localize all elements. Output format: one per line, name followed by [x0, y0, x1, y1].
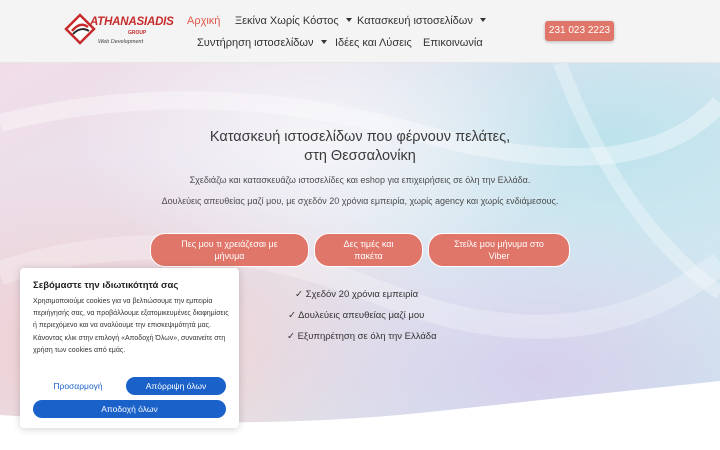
cta-message-line1: Πες μου τι χρειάζεσαι με — [181, 239, 278, 249]
hero-title: Κατασκευή ιστοσελίδων που φέρνουν πελάτε… — [160, 128, 560, 166]
logo-tagline: Web Development — [98, 39, 144, 45]
check-item: ✓ Εξυπηρέτηση σε όλη την Ελλάδα — [287, 331, 437, 342]
hero-title-line2: στη Θεσσαλονίκη — [304, 148, 416, 164]
nav-start-free-label: Ξεκίνα Χωρίς Κόστος — [235, 15, 339, 27]
nav-start-free[interactable]: Ξεκίνα Χωρίς Κόστος — [235, 15, 352, 27]
cookie-customize-button[interactable]: Προσαρμογή — [33, 377, 123, 395]
chevron-down-icon — [345, 18, 352, 23]
nav-website-building-label: Κατασκευή ιστοσελίδων — [357, 15, 473, 27]
logo-group-text: GROUP — [128, 30, 147, 36]
cta-viber-line2: Viber — [488, 251, 510, 261]
phone-button[interactable]: 231 023 2223 — [545, 21, 614, 41]
cookie-text: Χρησιμοποιούμε cookies για να βελτιώσουμ… — [33, 298, 229, 354]
cta-message-button[interactable]: Πες μου τι χρειάζεσαι με μήνυμα — [150, 233, 309, 267]
cookie-reject-button[interactable]: Απόρριψη όλων — [126, 377, 226, 395]
cta-prices-line2: πακέτα — [354, 251, 383, 261]
nav-home[interactable]: Αρχική — [187, 15, 220, 27]
cookie-accept-button[interactable]: Αποδοχή όλων — [33, 400, 226, 418]
hero-subtitle-1: Σχεδιάζω και κατασκευάζω ιστοσελίδες και… — [189, 175, 531, 185]
hero-title-line1: Κατασκευή ιστοσελίδων που φέρνουν πελάτε… — [209, 129, 511, 145]
nav-ideas[interactable]: Ιδέες και Λύσεις — [335, 37, 412, 49]
cta-viber-line1: Στείλε μου μήνυμα στο — [454, 239, 544, 249]
nav-website-maintenance-label: Συντήρηση ιστοσελίδων — [197, 37, 314, 49]
chevron-down-icon — [479, 18, 486, 23]
cta-viber-button[interactable]: Στείλε μου μήνυμα στο Viber — [428, 233, 570, 267]
check-item: ✓ Σχεδόν 20 χρόνια εμπειρία — [295, 289, 419, 300]
check-item: ✓ Δουλεύεις απευθείας μαζί μου — [288, 310, 425, 321]
cookie-title: Σεβόμαστε την ιδιωτικότητά σας — [33, 280, 179, 291]
cta-prices-line1: Δες τιμές και — [343, 239, 394, 249]
nav-contact[interactable]: Επικοινωνία — [423, 37, 483, 49]
hero-subtitle-2: Δουλεύεις απευθείας μαζί μου, με σχεδόν … — [161, 196, 559, 206]
chevron-down-icon — [320, 40, 327, 45]
nav-website-maintenance[interactable]: Συντήρηση ιστοσελίδων — [197, 37, 327, 49]
cta-prices-button[interactable]: Δες τιμές και πακέτα — [314, 233, 423, 267]
logo-brand-text: ATHANASIADIS — [90, 16, 174, 28]
cookie-consent-dialog: Σεβόμαστε την ιδιωτικότητά σας Χρησιμοπο… — [20, 268, 239, 428]
site-header: ATHANASIADIS GROUP Web Development Αρχικ… — [0, 0, 720, 63]
site-logo[interactable]: ATHANASIADIS GROUP Web Development — [64, 11, 174, 53]
cta-message-line2: μήνυμα — [214, 251, 245, 261]
nav-website-building[interactable]: Κατασκευή ιστοσελίδων — [357, 15, 486, 27]
